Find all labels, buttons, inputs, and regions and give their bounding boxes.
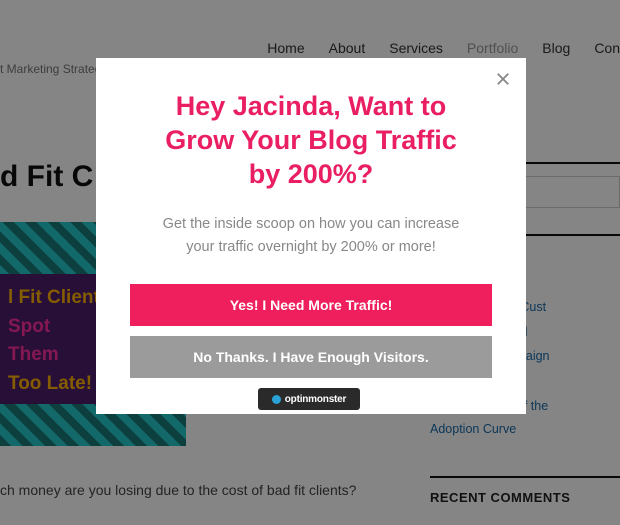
optinmonster-badge[interactable]: optinmonster (258, 388, 360, 410)
modal-body: Get the inside scoop on how you can incr… (130, 213, 492, 258)
popup-modal: Hey Jacinda, Want to Grow Your Blog Traf… (96, 58, 526, 414)
modal-headline: Hey Jacinda, Want to Grow Your Blog Traf… (130, 90, 492, 191)
badge-label: optinmonster (285, 394, 347, 405)
cta-no-button[interactable]: No Thanks. I Have Enough Visitors. (130, 336, 492, 378)
cta-yes-button[interactable]: Yes! I Need More Traffic! (130, 284, 492, 326)
badge-dot-icon (272, 395, 281, 404)
close-icon[interactable] (494, 70, 512, 93)
